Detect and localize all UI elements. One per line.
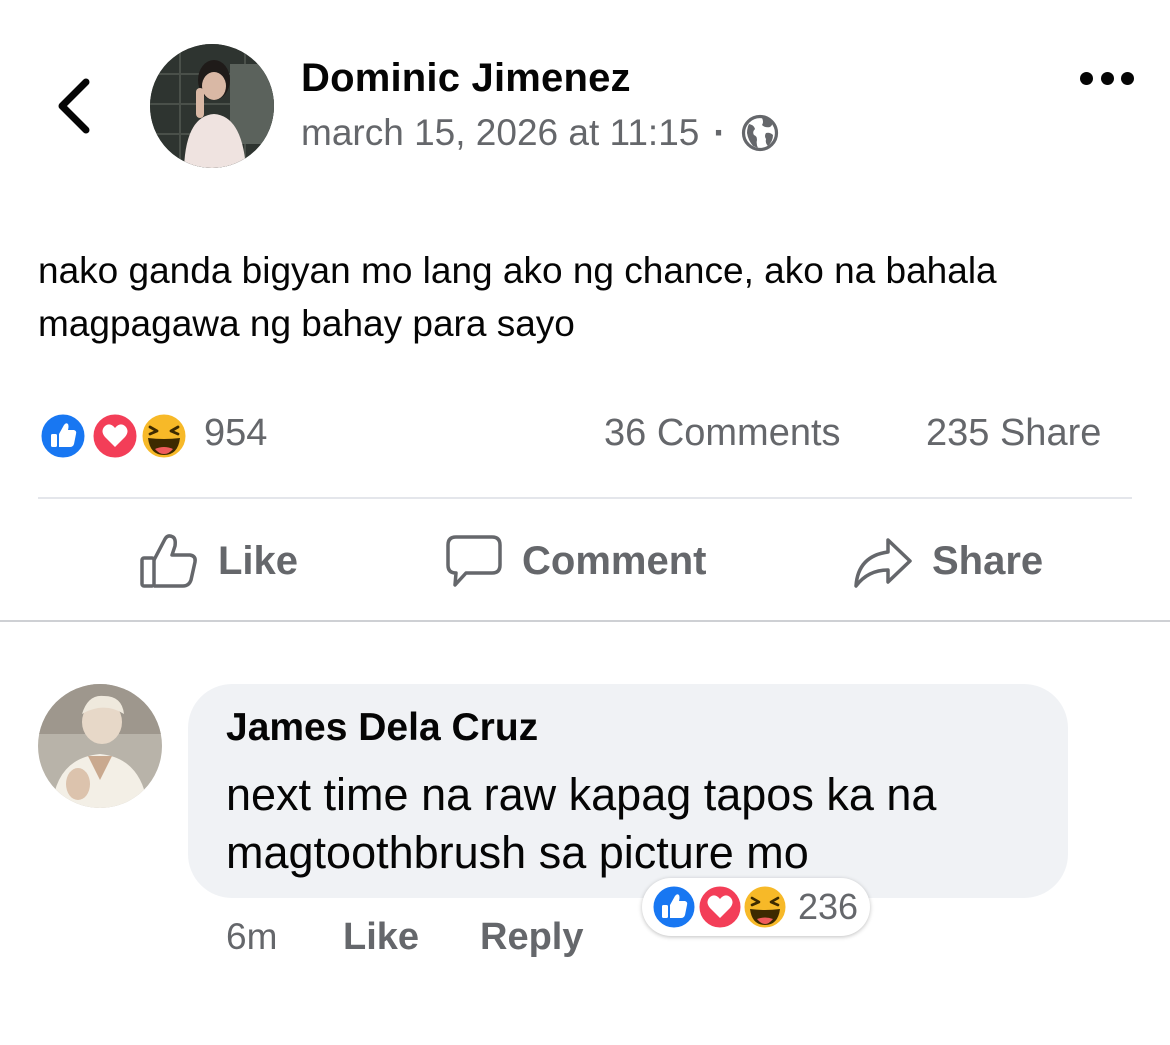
share-arrow-icon [854, 538, 912, 588]
globe-icon [741, 114, 778, 152]
haha-reaction-icon [139, 411, 189, 461]
like-reaction-icon [650, 883, 698, 931]
post-timestamp[interactable]: march 15, 2026 at 11:15 [301, 112, 699, 154]
back-button[interactable] [52, 74, 96, 138]
love-reaction-icon [90, 411, 140, 461]
shares-count[interactable]: 235 Share [926, 412, 1101, 455]
meta-separator: · [713, 112, 726, 153]
comment-text: next time na raw kapag tapos ka na magto… [226, 769, 937, 878]
more-options-button[interactable] [1080, 66, 1134, 90]
love-reaction-icon [696, 883, 744, 931]
author-avatar[interactable] [150, 44, 274, 168]
comment-reaction-count: 236 [798, 886, 859, 927]
commenter-avatar[interactable] [38, 684, 162, 808]
dot-icon [1080, 71, 1093, 85]
comment-button[interactable]: Comment [444, 526, 706, 596]
comment-reaction-summary[interactable]: 236 [642, 878, 871, 936]
post-meta: march 15, 2026 at 11:15 · [301, 112, 780, 154]
comment-like-button[interactable]: Like [343, 916, 419, 959]
comment-icon [446, 535, 502, 587]
post-text: nako ganda bigyan mo lang ako ng chance,… [38, 250, 997, 344]
comment-time: 6m [226, 916, 278, 957]
comment-label: Comment [522, 538, 707, 583]
post-reaction-icons[interactable] [38, 411, 190, 461]
reaction-count[interactable]: 954 [204, 412, 267, 455]
divider [0, 620, 1170, 622]
chevron-left-icon [58, 78, 90, 134]
dot-icon [1100, 71, 1114, 85]
comment-reply-button[interactable]: Reply [480, 916, 583, 959]
author-name[interactable]: Dominic Jimenez [301, 56, 631, 101]
comments-count[interactable]: 36 Comments [604, 412, 841, 455]
share-button[interactable]: Share [852, 526, 1043, 596]
commenter-name[interactable]: James Dela Cruz [226, 706, 538, 750]
dot-icon [1121, 71, 1134, 85]
haha-reaction-icon [741, 883, 789, 931]
share-label: Share [932, 538, 1044, 583]
like-button[interactable]: Like [138, 526, 298, 596]
like-label: Like [218, 538, 299, 583]
thumbs-up-icon [140, 534, 197, 588]
divider [38, 497, 1132, 499]
like-reaction-icon [38, 411, 88, 461]
